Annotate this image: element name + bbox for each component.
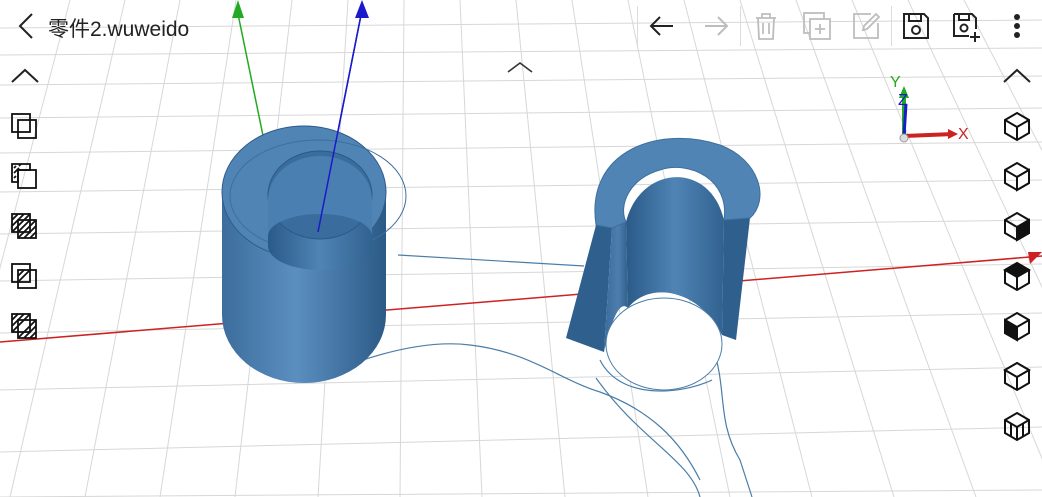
toolbar-divider bbox=[740, 6, 741, 46]
more-button[interactable] bbox=[997, 6, 1037, 46]
boolean-split-button[interactable] bbox=[4, 258, 44, 294]
view-left-button[interactable] bbox=[997, 258, 1037, 294]
view-front-button[interactable] bbox=[997, 158, 1037, 194]
view-top-button[interactable] bbox=[997, 408, 1037, 444]
copy-button[interactable] bbox=[797, 6, 837, 46]
top-collapse-caret bbox=[507, 62, 533, 73]
boolean-union-button[interactable] bbox=[4, 108, 44, 144]
split-icon bbox=[11, 263, 37, 289]
combine-icon bbox=[11, 313, 37, 339]
undo-button[interactable] bbox=[642, 6, 682, 46]
save-icon bbox=[903, 13, 929, 39]
save-button[interactable] bbox=[896, 6, 936, 46]
view-back-button[interactable] bbox=[997, 308, 1037, 344]
redo-button[interactable] bbox=[696, 6, 736, 46]
boolean-intersect-button[interactable] bbox=[4, 208, 44, 244]
x-axis-line bbox=[0, 255, 1042, 343]
cube-top-icon bbox=[1004, 411, 1030, 442]
chevron-left-icon bbox=[18, 13, 33, 39]
cube-front-icon bbox=[1004, 161, 1030, 192]
chevron-up-icon bbox=[11, 68, 39, 83]
hollow-cylinder[interactable] bbox=[221, 0, 407, 383]
trash-icon bbox=[756, 13, 776, 40]
toolbar-divider bbox=[891, 6, 892, 46]
more-vert-icon bbox=[1014, 14, 1020, 38]
right-panel-collapse-button[interactable] bbox=[1000, 66, 1034, 86]
top-bar: 零件2.wuweido bbox=[0, 0, 1042, 52]
cube-back-icon bbox=[1004, 311, 1030, 342]
view-bottom-button[interactable] bbox=[997, 358, 1037, 394]
ground-grid bbox=[0, 0, 1042, 497]
copy-plus-icon bbox=[803, 12, 831, 40]
boolean-subtract-button[interactable] bbox=[4, 158, 44, 194]
axis-label-x: X bbox=[958, 126, 969, 143]
cube-bottom-icon bbox=[1003, 361, 1031, 392]
arrow-right-icon bbox=[705, 16, 729, 36]
back-button[interactable] bbox=[12, 10, 40, 42]
left-panel-collapse-button[interactable] bbox=[8, 66, 42, 86]
c-sleeve[interactable] bbox=[566, 137, 761, 391]
intersect-icon bbox=[11, 213, 37, 239]
view-right-button[interactable] bbox=[997, 208, 1037, 244]
cube-iso-icon bbox=[1004, 111, 1030, 142]
delete-button[interactable] bbox=[746, 6, 786, 46]
save-as-button[interactable] bbox=[946, 6, 986, 46]
3d-viewport[interactable] bbox=[0, 0, 1042, 497]
toolbar-divider bbox=[637, 6, 638, 46]
view-iso-button[interactable] bbox=[997, 108, 1037, 144]
union-icon bbox=[11, 113, 37, 139]
subtract-icon bbox=[11, 163, 37, 189]
edit-icon bbox=[853, 12, 881, 39]
cube-right-icon bbox=[1004, 211, 1030, 242]
boolean-combine-button[interactable] bbox=[4, 308, 44, 344]
arrow-left-icon bbox=[649, 16, 673, 36]
axis-indicator: Y Z X bbox=[884, 74, 974, 146]
chevron-up-icon bbox=[1003, 68, 1031, 83]
axis-label-z: Z bbox=[898, 92, 908, 109]
axis-label-y: Y bbox=[890, 74, 901, 91]
edit-button[interactable] bbox=[846, 6, 886, 46]
document-title: 零件2.wuweido bbox=[48, 18, 190, 41]
cube-left-icon bbox=[1003, 261, 1031, 292]
save-plus-icon bbox=[953, 13, 980, 42]
